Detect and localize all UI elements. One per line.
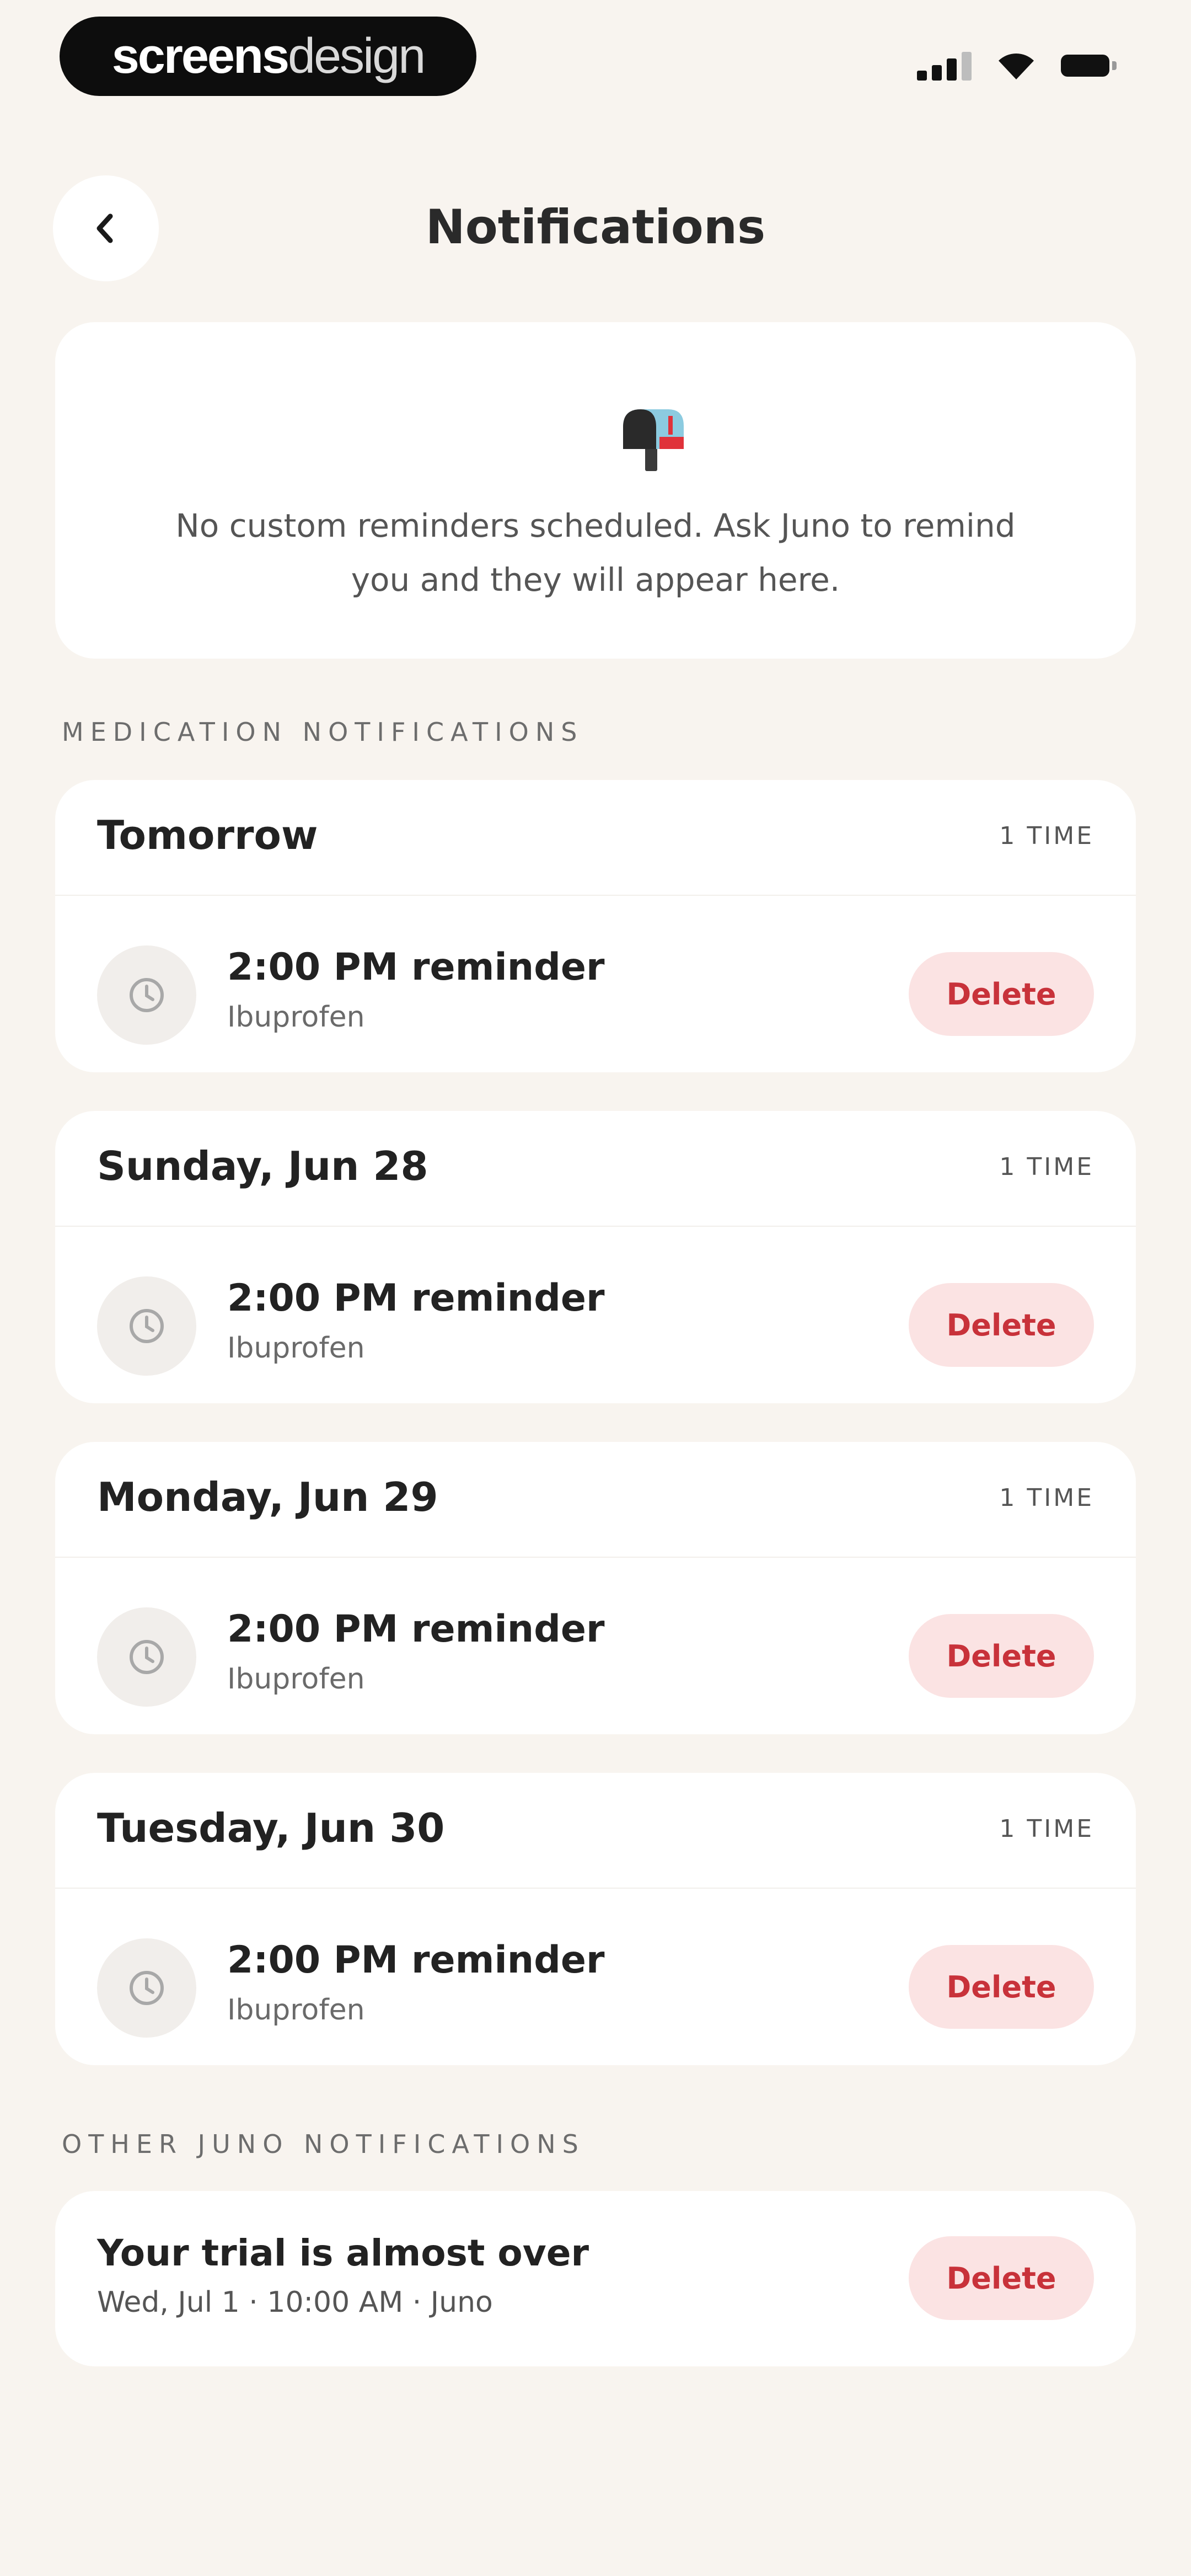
delete-button[interactable]: Delete — [909, 2236, 1094, 2320]
day-title: Tomorrow — [97, 812, 318, 858]
clock-icon — [97, 1607, 196, 1707]
medication-section-label: MEDICATION NOTIFICATIONS — [62, 717, 584, 747]
reminder-title: 2:00 PM reminder — [227, 1938, 605, 1982]
delete-button[interactable]: Delete — [909, 1945, 1094, 2029]
reminder-count: 1 TIME — [999, 1484, 1094, 1512]
reminder-count: 1 TIME — [999, 1153, 1094, 1181]
notification-title: Your trial is almost over — [97, 2232, 589, 2274]
day-card-sunday-jun-28: Sunday, Jun 28 1 TIME 2:00 PM reminder I… — [55, 1111, 1136, 1403]
day-card-tuesday-jun-30: Tuesday, Jun 30 1 TIME 2:00 PM reminder … — [55, 1773, 1136, 2065]
day-title: Tuesday, Jun 30 — [97, 1805, 445, 1851]
day-title: Monday, Jun 29 — [97, 1474, 438, 1520]
divider — [55, 1888, 1136, 1889]
delete-button[interactable]: Delete — [909, 952, 1094, 1036]
notification-meta: Wed, Jul 1 · 10:00 AM · Juno — [97, 2286, 493, 2319]
empty-reminders-message: No custom reminders scheduled. Ask Juno … — [175, 507, 1016, 598]
reminder-medication: Ibuprofen — [227, 1001, 365, 1034]
reminder-title: 2:00 PM reminder — [227, 1276, 605, 1320]
signal-icon — [917, 51, 972, 81]
reminder-medication: Ibuprofen — [227, 1332, 365, 1365]
divider — [55, 1226, 1136, 1227]
custom-reminders-card: No custom reminders scheduled. Ask Juno … — [55, 322, 1136, 659]
battery-icon — [1061, 55, 1117, 77]
status-bar: screens design — [0, 0, 1191, 116]
brand-logo-part2: design — [288, 28, 426, 84]
status-icons — [917, 51, 1117, 81]
reminder-count: 1 TIME — [999, 822, 1094, 850]
brand-logo: screens design — [60, 17, 476, 96]
divider — [55, 1557, 1136, 1558]
reminder-title: 2:00 PM reminder — [227, 1607, 605, 1651]
day-title: Sunday, Jun 28 — [97, 1143, 428, 1189]
clock-icon — [97, 945, 196, 1045]
delete-button[interactable]: Delete — [909, 1283, 1094, 1367]
clock-icon — [97, 1276, 196, 1376]
other-section-label: OTHER JUNO NOTIFICATIONS — [62, 2129, 585, 2159]
reminder-medication: Ibuprofen — [227, 1663, 365, 1696]
page-title: Notifications — [425, 200, 766, 255]
reminder-title: 2:00 PM reminder — [227, 945, 605, 989]
reminder-medication: Ibuprofen — [227, 1994, 365, 2027]
brand-logo-part1: screens — [111, 28, 289, 84]
clock-icon — [97, 1938, 196, 2038]
day-card-tomorrow: Tomorrow 1 TIME 2:00 PM reminder Ibuprof… — [55, 780, 1136, 1072]
day-card-monday-jun-29: Monday, Jun 29 1 TIME 2:00 PM reminder I… — [55, 1442, 1136, 1734]
trial-notification-card: Your trial is almost over Wed, Jul 1 · 1… — [55, 2191, 1136, 2366]
mailbox-icon — [623, 409, 684, 471]
wifi-icon — [999, 54, 1034, 79]
reminder-count: 1 TIME — [999, 1815, 1094, 1843]
delete-button[interactable]: Delete — [909, 1614, 1094, 1698]
divider — [55, 895, 1136, 896]
